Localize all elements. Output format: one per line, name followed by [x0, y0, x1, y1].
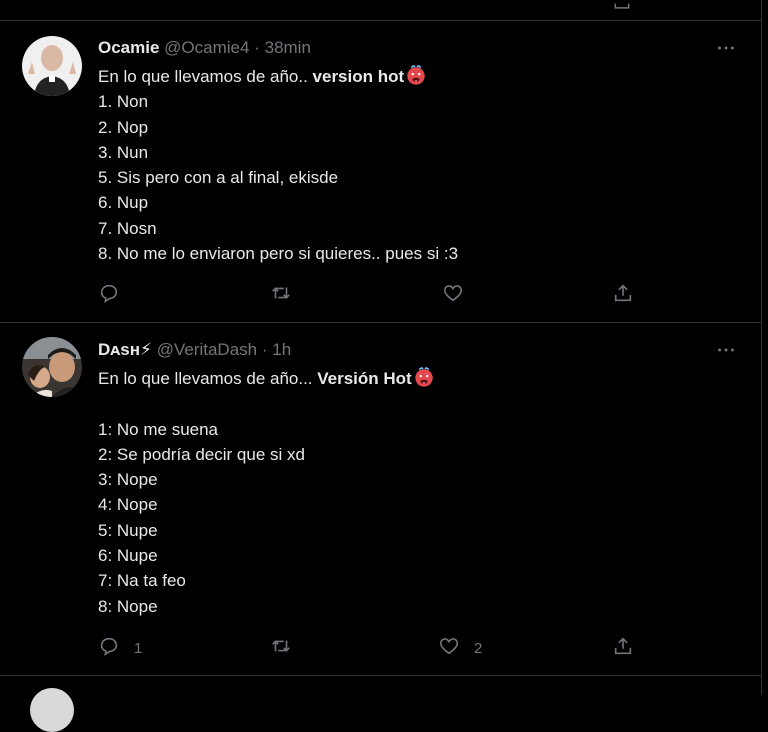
retweet-icon: [270, 282, 292, 309]
tweet-line: En lo que llevamos de año... Versión Hot: [98, 366, 738, 391]
timestamp[interactable]: 38min: [265, 38, 311, 57]
like-count: 2: [474, 639, 483, 657]
tweet-line: 3. Nun: [98, 142, 149, 162]
separator-dot: ·: [254, 38, 260, 57]
tweet-line: 3: Nope: [98, 470, 158, 490]
tweet-line: 2: Se podría decir que si xd: [98, 444, 305, 464]
tweet-text: En lo que llevamos de año.. version hot …: [98, 64, 738, 266]
timestamp[interactable]: 1h: [272, 340, 291, 359]
tweet-header: Dᴀsʜ⚡ @VeritaDash · 1h: [98, 339, 291, 361]
user-handle[interactable]: @Ocamie4: [164, 38, 249, 57]
retweet-icon: [270, 635, 292, 662]
tweet-line: 1: No me suena: [98, 419, 219, 439]
display-name[interactable]: Dᴀsʜ⚡: [98, 340, 152, 359]
heart-icon: [442, 282, 464, 309]
previous-tweet-edge: [0, 0, 761, 21]
timeline: Ocamie @Ocamie4 · 38min En lo que llevam…: [0, 0, 762, 732]
tweet-line: 6: Nupe: [98, 546, 158, 566]
tweet-actions: 1 2: [98, 636, 738, 660]
tweet-line: 5. Sis pero con a al final, ekisde: [98, 168, 339, 188]
display-name[interactable]: Ocamie: [98, 38, 159, 57]
tweet-line: 8: Nope: [98, 596, 158, 616]
reply-button[interactable]: 1: [98, 636, 142, 660]
share-button[interactable]: [612, 283, 634, 307]
line-text: En lo que llevamos de año...: [98, 369, 318, 388]
retweet-button[interactable]: [270, 636, 306, 660]
like-button[interactable]: 2: [438, 636, 482, 660]
like-button[interactable]: [442, 283, 478, 307]
line-bold-text: version hot: [312, 67, 405, 86]
user-handle[interactable]: @VeritaDash: [157, 340, 257, 359]
tweet-line: En lo que llevamos de año.. version hot: [98, 64, 738, 89]
tweet-text: En lo que llevamos de año... Versión Hot…: [98, 366, 738, 619]
tweet-line: 7. Nosn: [98, 218, 157, 238]
heart-icon: [438, 635, 460, 662]
line-bold-text: Versión Hot: [317, 369, 412, 388]
tweet[interactable]: Dᴀsʜ⚡ @VeritaDash · 1h En lo que llevamo…: [0, 323, 761, 676]
tweet-line: 2. Nop: [98, 117, 149, 137]
hot-face-emoji: [405, 64, 427, 86]
separator-dot: ·: [261, 340, 268, 359]
tweet-line: [98, 391, 738, 416]
reply-icon: [98, 282, 120, 309]
avatar[interactable]: [22, 337, 82, 397]
tweet-header: Ocamie @Ocamie4 · 38min: [98, 37, 311, 59]
avatar[interactable]: [22, 36, 82, 96]
tweet-line: 6. Nup: [98, 193, 149, 213]
tweet-line: 5: Nupe: [98, 520, 158, 540]
reply-count: 1: [134, 639, 143, 657]
reply-button[interactable]: [98, 283, 134, 307]
reply-icon: [98, 635, 120, 662]
tweet-line: 8. No me lo enviaron pero si quieres.. p…: [98, 244, 459, 264]
share-button[interactable]: [612, 636, 634, 660]
more-options-icon[interactable]: [715, 37, 737, 59]
share-icon: [612, 635, 634, 662]
tweet[interactable]: Ocamie @Ocamie4 · 38min En lo que llevam…: [0, 21, 761, 323]
tweet-line: 7: Na ta feo: [98, 571, 186, 591]
retweet-button[interactable]: [270, 283, 306, 307]
tweet-actions: [98, 283, 738, 307]
share-icon[interactable]: [612, 0, 632, 9]
line-text: En lo que llevamos de año..: [98, 67, 313, 86]
tweet-line: 4: Nope: [98, 495, 158, 515]
share-icon: [612, 282, 634, 309]
tweet-line: 1. Non: [98, 92, 149, 112]
more-options-icon[interactable]: [715, 339, 737, 361]
hot-face-emoji: [413, 366, 435, 388]
